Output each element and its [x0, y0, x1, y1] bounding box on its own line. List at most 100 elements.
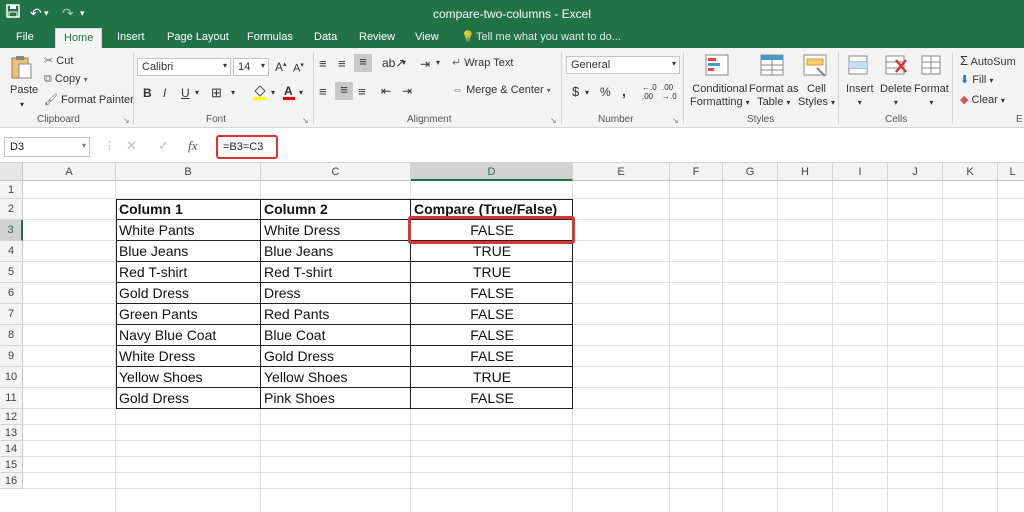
- column-header-j[interactable]: J: [888, 163, 943, 181]
- column-header-k[interactable]: K: [943, 163, 998, 181]
- select-all-corner[interactable]: [0, 163, 23, 181]
- tab-home[interactable]: Home: [55, 28, 103, 48]
- paste-icon[interactable]: [10, 54, 32, 85]
- row-header-13[interactable]: 13: [0, 425, 23, 441]
- table-cell[interactable]: Gold Dress: [116, 283, 261, 304]
- cell-styles-button[interactable]: Cell Styles ▾: [798, 83, 835, 109]
- table-cell[interactable]: Blue Coat: [261, 325, 411, 346]
- font-launcher-icon[interactable]: ↘: [302, 116, 309, 125]
- delete-cells-button[interactable]: Delete ▾: [880, 83, 912, 109]
- row-header-11[interactable]: 11: [0, 388, 23, 409]
- row-header-15[interactable]: 15: [0, 457, 23, 473]
- insert-function-button[interactable]: fx: [188, 138, 197, 154]
- column-header-d[interactable]: D: [411, 163, 573, 181]
- font-size-select[interactable]: 14 ▾: [233, 58, 269, 76]
- row-header-6[interactable]: 6: [0, 283, 23, 304]
- borders-dropdown-icon[interactable]: ▾: [231, 88, 235, 97]
- table-cell[interactable]: White Pants: [116, 220, 261, 241]
- table-cell[interactable]: Pink Shoes: [261, 388, 411, 409]
- table-cell[interactable]: White Dress: [261, 220, 411, 241]
- table-cell[interactable]: White Dress: [116, 346, 261, 367]
- table-cell[interactable]: Dress: [261, 283, 411, 304]
- column-header-b[interactable]: B: [116, 163, 261, 181]
- fill-color-icon[interactable]: [252, 84, 270, 103]
- underline-button[interactable]: U: [181, 86, 190, 100]
- borders-icon[interactable]: ⊞: [211, 85, 222, 101]
- autosum-button[interactable]: Σ AutoSum: [960, 53, 1016, 68]
- column-header-f[interactable]: F: [670, 163, 723, 181]
- table-cell[interactable]: Yellow Shoes: [261, 367, 411, 388]
- format-painter-button[interactable]: 🖌 Format Painter: [44, 93, 134, 106]
- compare-result-cell[interactable]: FALSE: [411, 283, 573, 304]
- row-header-1[interactable]: 1: [0, 181, 23, 199]
- row-header-7[interactable]: 7: [0, 304, 23, 325]
- fill-color-dropdown-icon[interactable]: ▾: [271, 88, 275, 97]
- bold-button[interactable]: B: [143, 86, 152, 100]
- merge-center-button[interactable]: ⇔ Merge & Center ▾: [452, 84, 551, 96]
- orientation-dropdown-icon[interactable]: ▾: [402, 58, 406, 67]
- column-header-g[interactable]: G: [723, 163, 778, 181]
- worksheet-grid[interactable]: A B C D E F G H I J K L 1 2 3 4 5 6 7 8 9 10 11 12 13 14 15 16 Colum…: [0, 163, 1024, 512]
- table-cell[interactable]: Gold Dress: [261, 346, 411, 367]
- comma-button[interactable]: ,: [622, 83, 626, 99]
- table-cell[interactable]: Gold Dress: [116, 388, 261, 409]
- compare-result-cell[interactable]: TRUE: [411, 262, 573, 283]
- tab-formulas[interactable]: Formulas: [247, 30, 293, 44]
- currency-dropdown-icon[interactable]: ▾: [585, 88, 589, 97]
- column-header-h[interactable]: H: [778, 163, 833, 181]
- column-header-a[interactable]: A: [23, 163, 116, 181]
- decrease-indent-icon[interactable]: ⇤: [381, 84, 391, 98]
- column-header-e[interactable]: E: [573, 163, 670, 181]
- formula-input[interactable]: =B3=C3: [216, 135, 278, 159]
- row-header-9[interactable]: 9: [0, 346, 23, 367]
- table-cell[interactable]: Green Pants: [116, 304, 261, 325]
- compare-result-cell[interactable]: TRUE: [411, 241, 573, 262]
- tab-page-layout[interactable]: Page Layout: [167, 30, 229, 44]
- table-header-cell[interactable]: Column 2: [261, 199, 411, 220]
- row-header-10[interactable]: 10: [0, 367, 23, 388]
- align-middle-icon[interactable]: ≡: [338, 56, 346, 71]
- row-header-3[interactable]: 3: [0, 220, 23, 241]
- compare-result-cell[interactable]: TRUE: [411, 367, 573, 388]
- row-header-4[interactable]: 4: [0, 241, 23, 262]
- table-header-cell[interactable]: Column 1: [116, 199, 261, 220]
- compare-result-cell[interactable]: FALSE: [411, 325, 573, 346]
- table-header-cell[interactable]: Compare (True/False): [411, 199, 573, 220]
- compare-result-cell[interactable]: FALSE: [411, 388, 573, 409]
- column-header-i[interactable]: I: [833, 163, 888, 181]
- cut-button[interactable]: ✂ Cut: [44, 54, 73, 67]
- shrink-font-icon[interactable]: A▾: [293, 61, 304, 75]
- copy-button[interactable]: ⧉ Copy ▾: [44, 73, 88, 86]
- paste-dropdown-icon[interactable]: ▾: [20, 100, 24, 109]
- format-as-table-button[interactable]: Format as Table ▾: [749, 83, 799, 109]
- row-header-16[interactable]: 16: [0, 473, 23, 489]
- row-header-2[interactable]: 2: [0, 199, 23, 220]
- decrease-decimal-icon[interactable]: .00 →.0: [662, 83, 677, 101]
- number-format-select[interactable]: General ▾: [566, 56, 680, 74]
- underline-dropdown-icon[interactable]: ▾: [195, 88, 199, 97]
- tab-insert[interactable]: Insert: [117, 30, 145, 44]
- grow-font-icon[interactable]: A▴: [275, 60, 287, 74]
- font-name-select[interactable]: Calibri ▾: [137, 58, 231, 76]
- row-header-12[interactable]: 12: [0, 409, 23, 425]
- name-box[interactable]: D3 ▾: [4, 137, 90, 157]
- rtl-dropdown-icon[interactable]: ▾: [436, 58, 440, 67]
- tab-file[interactable]: File: [16, 30, 34, 44]
- align-top-icon[interactable]: ≡: [319, 56, 327, 71]
- currency-button[interactable]: $: [572, 84, 579, 99]
- align-right-icon[interactable]: ≡: [358, 84, 366, 99]
- cancel-icon[interactable]: ✕: [126, 138, 137, 154]
- insert-cells-button[interactable]: Insert ▾: [846, 83, 874, 109]
- font-color-dropdown-icon[interactable]: ▾: [299, 88, 303, 97]
- table-cell[interactable]: Red Pants: [261, 304, 411, 325]
- table-cell[interactable]: Yellow Shoes: [116, 367, 261, 388]
- rtl-icon[interactable]: ⇥: [420, 57, 430, 71]
- column-header-l[interactable]: L: [998, 163, 1024, 181]
- compare-result-cell[interactable]: FALSE: [411, 220, 573, 241]
- table-cell[interactable]: Red T-shirt: [261, 262, 411, 283]
- row-header-14[interactable]: 14: [0, 441, 23, 457]
- number-launcher-icon[interactable]: ↘: [672, 116, 679, 125]
- column-header-c[interactable]: C: [261, 163, 411, 181]
- alignment-launcher-icon[interactable]: ↘: [550, 116, 557, 125]
- format-cells-button[interactable]: Format ▾: [914, 83, 949, 109]
